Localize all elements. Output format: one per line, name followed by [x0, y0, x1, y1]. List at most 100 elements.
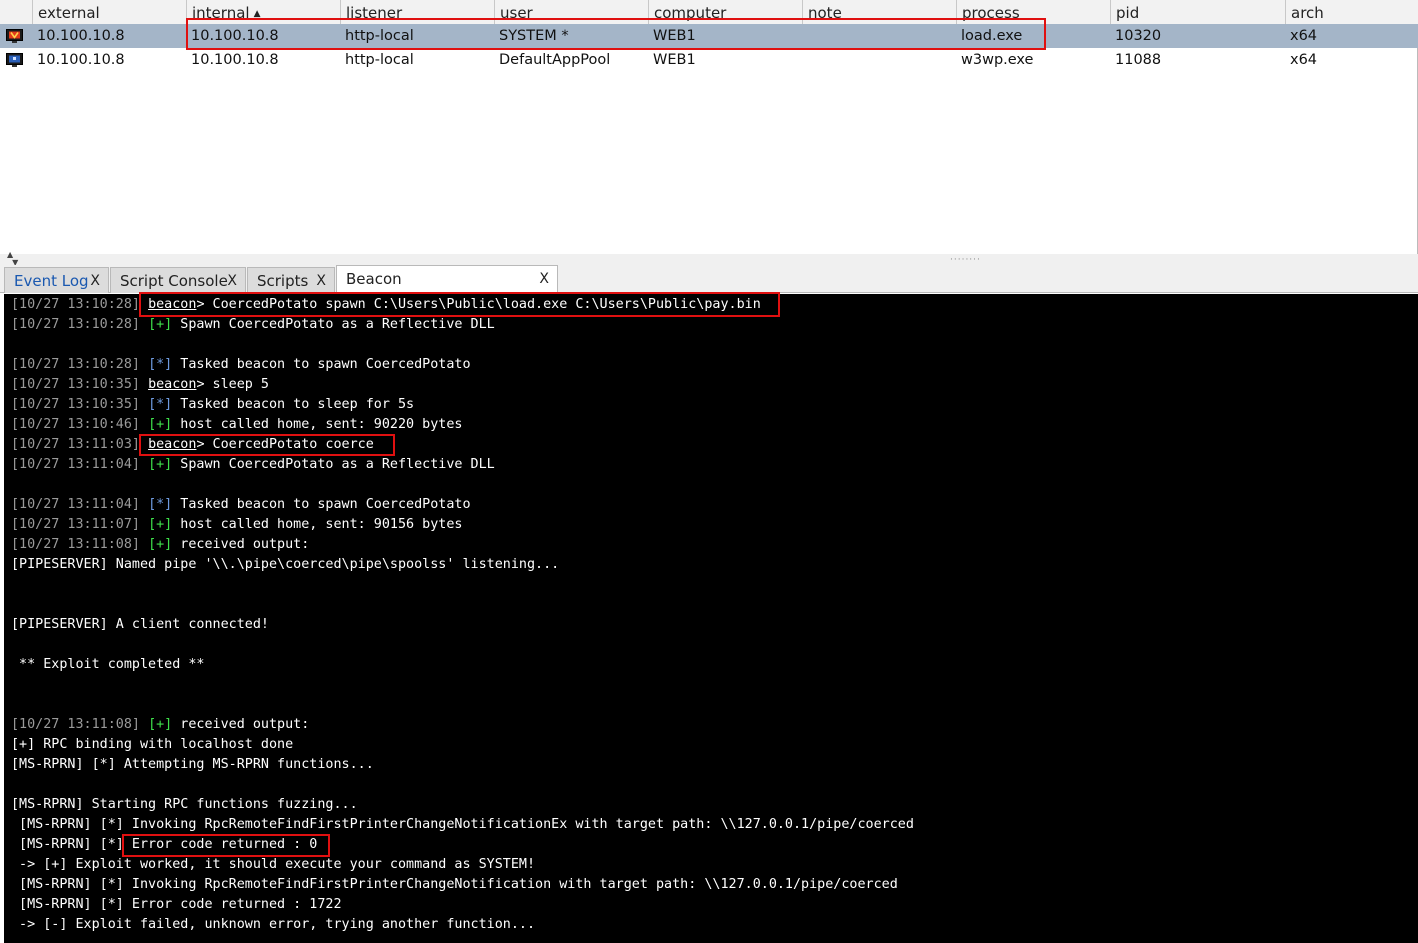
- console-text: > CoercedPotato coerce: [196, 437, 374, 452]
- console-line: [10/27 13:10:28] beacon> CoercedPotato s…: [11, 295, 761, 315]
- console-line: [10/27 13:10:46] [+] host called home, s…: [11, 415, 462, 435]
- beacon-prompt: beacon: [148, 377, 197, 392]
- console-text: > CoercedPotato spawn C:\Users\Public\lo…: [196, 297, 761, 312]
- status-marker: [+]: [148, 417, 173, 432]
- table-row[interactable]: 10.100.10.8 10.100.10.8 http-local SYSTE…: [0, 24, 1418, 48]
- tab-scripts[interactable]: Scripts X: [247, 267, 335, 293]
- console-line: [10/27 13:11:03] beacon> CoercedPotato c…: [11, 435, 374, 455]
- console-text: [MS-RPRN] [*] Error code returned : 0: [11, 837, 318, 852]
- column-label: internal: [192, 4, 250, 22]
- column-header-arch[interactable]: arch: [1285, 0, 1418, 24]
- sort-ascending-icon: ▲: [253, 9, 261, 19]
- cell-note: [802, 48, 807, 72]
- close-tab-button[interactable]: X: [227, 268, 237, 294]
- console-line: [10/27 13:11:08] [+] received output:: [11, 715, 309, 735]
- timestamp: [10/27 13:10:46]: [11, 417, 140, 432]
- console-text: [+] RPC binding with localhost done: [11, 737, 294, 752]
- pane-splitter[interactable]: ▲ ▼ ········: [0, 251, 1418, 267]
- close-tab-button[interactable]: X: [539, 266, 549, 292]
- table-row[interactable]: 10.100.10.8 10.100.10.8 http-local Defau…: [0, 48, 1418, 72]
- console-text: host called home, sent: 90156 bytes: [172, 517, 463, 532]
- column-header-process[interactable]: process: [956, 0, 1110, 24]
- console-line: [PIPESERVER] Named pipe '\\.\pipe\coerce…: [11, 555, 559, 575]
- tab-label: Event Log: [14, 272, 89, 290]
- timestamp: [10/27 13:11:03]: [11, 437, 140, 452]
- column-header-user[interactable]: user: [494, 0, 648, 24]
- tab-label: Script Console: [120, 272, 228, 290]
- console-text: Tasked beacon to sleep for 5s: [172, 397, 415, 412]
- console-line: [MS-RPRN] [*] Invoking RpcRemoteFindFirs…: [11, 815, 914, 835]
- console-text: received output:: [172, 717, 310, 732]
- status-marker: [+]: [148, 537, 173, 552]
- console-line: [10/27 13:11:04] [+] Spawn CoercedPotato…: [11, 455, 495, 475]
- column-header-pid[interactable]: pid: [1110, 0, 1285, 24]
- beacon-console[interactable]: [10/27 13:10:28] beacon > CoercedPotato s…: [4, 294, 1418, 943]
- timestamp: [10/27 13:11:04]: [11, 497, 140, 512]
- console-text: -> [-] Exploit failed, unknown error, tr…: [11, 917, 536, 932]
- console-text: -> [+] Exploit worked, it should execute…: [11, 857, 536, 872]
- console-text: [MS-RPRN] [*] Invoking RpcRemoteFindFirs…: [11, 817, 914, 832]
- cell-pid: 10320: [1115, 28, 1162, 44]
- column-label: user: [500, 4, 533, 22]
- timestamp: [10/27 13:11:04]: [11, 457, 140, 472]
- console-text: Spawn CoercedPotato as a Reflective DLL: [172, 457, 495, 472]
- console-line: [10/27 13:11:04] [*] Tasked beacon to sp…: [11, 495, 471, 515]
- status-marker: [*]: [148, 497, 173, 512]
- column-header-internal[interactable]: internal ▲: [186, 0, 340, 24]
- console-text: Tasked beacon to spawn CoercedPotato: [172, 357, 471, 372]
- console-line: [10/27 13:10:35] beacon> sleep 5: [11, 375, 269, 395]
- cell-arch: x64: [1290, 28, 1318, 44]
- column-label: note: [808, 4, 842, 22]
- console-text: Spawn CoercedPotato as a Reflective DLL: [172, 317, 495, 332]
- timestamp: [10/27 13:11:08]: [11, 717, 140, 732]
- splitter-grip-icon[interactable]: ········: [950, 255, 981, 265]
- cell-arch: x64: [1290, 52, 1318, 68]
- column-label: pid: [1116, 4, 1140, 22]
- timestamp: [10/27 13:11:07]: [11, 517, 140, 532]
- column-header-computer[interactable]: computer: [648, 0, 802, 24]
- column-header-listener[interactable]: listener: [340, 0, 494, 24]
- console-line: [MS-RPRN] [*] Error code returned : 1722: [11, 895, 342, 915]
- console-text: host called home, sent: 90220 bytes: [172, 417, 463, 432]
- console-text: [PIPESERVER] A client connected!: [11, 617, 269, 632]
- tab-bar: Event Log X Script Console X Scripts X B…: [0, 265, 1418, 314]
- cell-external: 10.100.10.8: [37, 52, 125, 68]
- cell-listener: http-local: [345, 28, 414, 44]
- console-text: received output:: [172, 537, 310, 552]
- column-header-note[interactable]: note: [802, 0, 956, 24]
- close-tab-button[interactable]: X: [90, 268, 100, 294]
- cell-internal: 10.100.10.8: [191, 52, 279, 68]
- cell-external: 10.100.10.8: [37, 28, 125, 44]
- console-text: [MS-RPRN] Starting RPC functions fuzzing…: [11, 797, 358, 812]
- tab-event-log[interactable]: Event Log X: [4, 267, 109, 293]
- cell-computer: WEB1: [653, 52, 696, 68]
- cell-user: DefaultAppPool: [499, 52, 611, 68]
- console-line: [MS-RPRN] [*] Attempting MS-RPRN functio…: [11, 755, 374, 775]
- elevated-beacon-icon: [6, 29, 23, 43]
- tab-script-console[interactable]: Script Console X: [110, 267, 246, 293]
- console-text: [MS-RPRN] [*] Invoking RpcRemoteFindFirs…: [11, 877, 898, 892]
- column-label: arch: [1291, 4, 1324, 22]
- console-text: [MS-RPRN] [*] Attempting MS-RPRN functio…: [11, 757, 374, 772]
- tab-beacon[interactable]: Beacon 10.100.10.8@11088 X: [336, 265, 558, 314]
- console-line: [10/27 13:10:28] [+] Spawn CoercedPotato…: [11, 315, 495, 335]
- console-line: ** Exploit completed **: [11, 655, 204, 675]
- timestamp: [10/27 13:10:35]: [11, 377, 140, 392]
- table-header: external internal ▲ listener user compute…: [0, 0, 1418, 25]
- tab-label: Scripts: [257, 272, 309, 290]
- status-marker: [+]: [148, 317, 173, 332]
- status-marker: [+]: [148, 517, 173, 532]
- console-line: -> [+] Exploit worked, it should execute…: [11, 855, 535, 875]
- timestamp: [10/27 13:10:28]: [11, 317, 140, 332]
- column-label: listener: [346, 4, 403, 22]
- console-line: [10/27 13:10:35] [*] Tasked beacon to sl…: [11, 395, 414, 415]
- cell-note: [802, 24, 807, 48]
- console-text: [MS-RPRN] [*] Error code returned : 1722: [11, 897, 342, 912]
- cell-listener: http-local: [345, 52, 414, 68]
- timestamp: [10/27 13:11:08]: [11, 537, 140, 552]
- column-header-external[interactable]: external: [32, 0, 186, 24]
- close-tab-button[interactable]: X: [316, 268, 326, 294]
- cell-process: load.exe: [961, 28, 1023, 44]
- column-label: external: [38, 4, 100, 22]
- console-line: [PIPESERVER] A client connected!: [11, 615, 269, 635]
